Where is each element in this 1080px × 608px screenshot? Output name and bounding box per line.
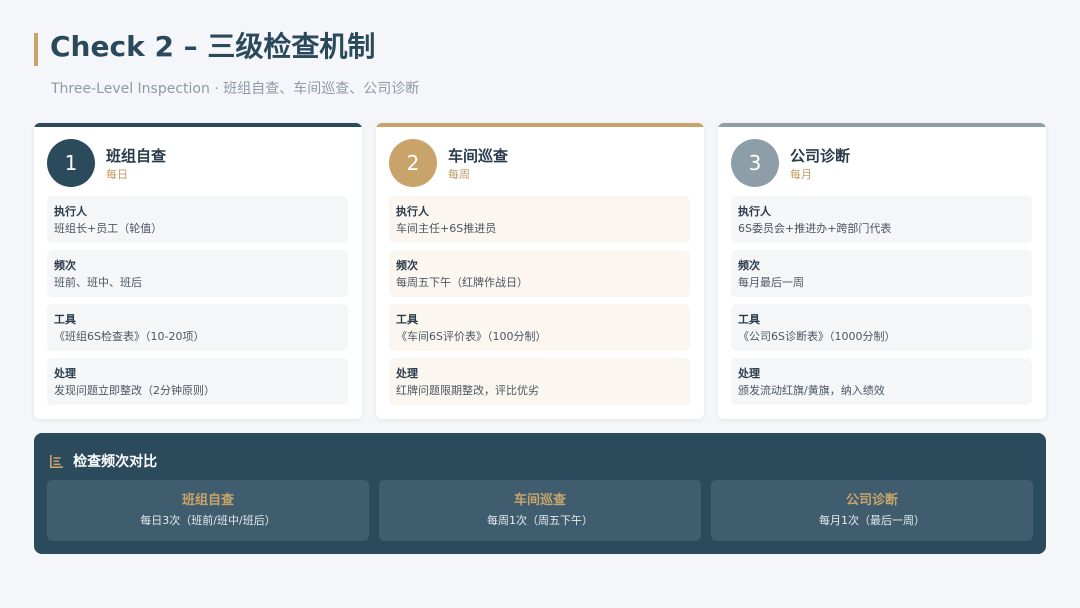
info-row-tool: 工具 《车间6S评价表》（100分制）: [389, 304, 690, 351]
row-label: 执行人: [396, 205, 429, 218]
card-top-bar: [718, 123, 1046, 127]
info-row-executor: 执行人 班组长+员工（轮值）: [47, 196, 348, 243]
row-label: 工具: [54, 313, 76, 326]
row-value: 发现问题立即整改（2分钟原则）: [54, 384, 215, 397]
info-row-executor: 执行人 6S委员会+推进办+跨部门代表: [731, 196, 1032, 243]
row-value: 《车间6S评价表》（100分制）: [396, 330, 547, 343]
row-value: 6S委员会+推进办+跨部门代表: [738, 222, 892, 235]
panel-header: 检查频次对比: [50, 451, 158, 470]
card-top-bar: [376, 123, 704, 127]
row-value: 班前、班中、班后: [54, 276, 142, 289]
comparison-value: 每月1次（最后一周）: [819, 514, 925, 527]
level-number-badge: 3: [731, 139, 779, 187]
row-value: 每周五下午（红牌作战日）: [396, 276, 528, 289]
card-frequency: 每月: [790, 168, 812, 181]
level-number-badge: 1: [47, 139, 95, 187]
card-title: 车间巡查: [448, 147, 509, 165]
list-icon: [50, 455, 63, 468]
card-title: 班组自查: [106, 147, 167, 165]
row-value: 《班组6S检查表》（10-20项）: [54, 330, 205, 343]
comparison-value: 每日3次（班前/班中/班后）: [140, 514, 276, 527]
info-row-handling: 处理 发现问题立即整改（2分钟原则）: [47, 358, 348, 405]
level-card-company: 3 公司诊断 每月 执行人 6S委员会+推进办+跨部门代表 频次 每月最后一周 …: [718, 123, 1046, 419]
row-label: 频次: [54, 259, 76, 272]
row-label: 执行人: [738, 205, 771, 218]
page-title: Check 2 – 三级检查机制: [50, 30, 376, 63]
info-row-frequency: 频次 班前、班中、班后: [47, 250, 348, 297]
row-value: 红牌问题限期整改，评比优劣: [396, 384, 539, 397]
panel-title: 检查频次对比: [73, 453, 158, 470]
level-cards: 1 班组自查 每日 执行人 班组长+员工（轮值） 频次 班前、班中、班后 工具 …: [34, 123, 1046, 419]
info-row-executor: 执行人 车间主任+6S推进员: [389, 196, 690, 243]
info-row-frequency: 频次 每月最后一周: [731, 250, 1032, 297]
info-row-tool: 工具 《公司6S诊断表》（1000分制）: [731, 304, 1032, 351]
row-value: 颁发流动红旗/黄旗，纳入绩效: [738, 384, 885, 397]
card-frequency: 每日: [106, 168, 128, 181]
row-value: 《公司6S诊断表》（1000分制）: [738, 330, 896, 343]
title-accent-bar: [34, 33, 38, 66]
row-label: 处理: [738, 367, 760, 380]
comparison-value: 每周1次（周五下午）: [487, 514, 593, 527]
card-top-bar: [34, 123, 362, 127]
row-label: 处理: [396, 367, 418, 380]
page-subtitle: Three-Level Inspection · 班组自查、车间巡查、公司诊断: [51, 81, 420, 97]
info-row-handling: 处理 红牌问题限期整改，评比优劣: [389, 358, 690, 405]
comparison-name: 班组自查: [181, 493, 234, 508]
comparison-name: 车间巡查: [513, 493, 566, 508]
info-row-frequency: 频次 每周五下午（红牌作战日）: [389, 250, 690, 297]
info-row-tool: 工具 《班组6S检查表》（10-20项）: [47, 304, 348, 351]
comparison-item-workshop: 车间巡查 每周1次（周五下午）: [379, 480, 701, 541]
level-number-badge: 2: [389, 139, 437, 187]
row-label: 工具: [396, 313, 418, 326]
card-title: 公司诊断: [790, 147, 851, 165]
level-card-workshop: 2 车间巡查 每周 执行人 车间主任+6S推进员 频次 每周五下午（红牌作战日）…: [376, 123, 704, 419]
row-label: 执行人: [54, 205, 87, 218]
info-row-handling: 处理 颁发流动红旗/黄旗，纳入绩效: [731, 358, 1032, 405]
comparison-name: 公司诊断: [845, 493, 898, 508]
card-frequency: 每周: [448, 168, 470, 181]
comparison-item-team: 班组自查 每日3次（班前/班中/班后）: [47, 480, 369, 541]
row-label: 处理: [54, 367, 76, 380]
row-label: 工具: [738, 313, 760, 326]
row-value: 每月最后一周: [738, 276, 804, 289]
level-card-team: 1 班组自查 每日 执行人 班组长+员工（轮值） 频次 班前、班中、班后 工具 …: [34, 123, 362, 419]
comparison-item-company: 公司诊断 每月1次（最后一周）: [711, 480, 1033, 541]
row-label: 频次: [396, 259, 418, 272]
row-value: 车间主任+6S推进员: [396, 222, 497, 235]
row-label: 频次: [738, 259, 760, 272]
row-value: 班组长+员工（轮值）: [54, 222, 163, 235]
frequency-comparison-panel: 检查频次对比 班组自查 每日3次（班前/班中/班后） 车间巡查 每周1次（周五下…: [34, 433, 1046, 554]
